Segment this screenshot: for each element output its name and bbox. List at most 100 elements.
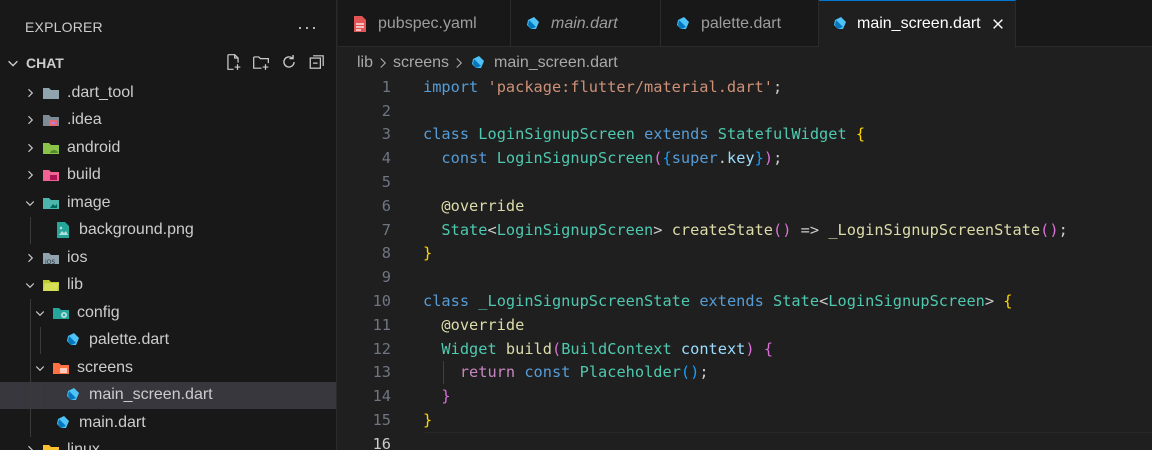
- breadcrumb-screens[interactable]: screens: [393, 54, 449, 72]
- tree-item-background-png[interactable]: background.png: [0, 216, 336, 244]
- code-line: 9: [338, 265, 1152, 289]
- line-number: 9: [381, 268, 391, 287]
- code-line: 7 State<LoginSignupScreen> createState()…: [338, 218, 1152, 242]
- tree-item-label: background.png: [79, 221, 194, 239]
- new-file-icon[interactable]: [222, 51, 244, 73]
- line-number: 8: [381, 244, 391, 263]
- code-text: }: [423, 411, 433, 430]
- code-line: 13 return const Placeholder();: [338, 360, 1152, 385]
- tree-item-main-dart[interactable]: main.dart: [0, 409, 336, 437]
- tab-main-screen-dart[interactable]: main_screen.dart: [819, 0, 1016, 48]
- collapse-all-icon[interactable]: [306, 51, 328, 73]
- line-number: 12: [372, 339, 391, 358]
- chevron-down-icon: [32, 360, 48, 376]
- line-number: 3: [381, 125, 391, 144]
- indent-guide: [30, 299, 31, 327]
- tree-item-image[interactable]: image: [0, 189, 336, 217]
- tree-item-dart-tool[interactable]: .dart_tool: [0, 79, 336, 107]
- folder-idea-icon: [42, 111, 60, 129]
- tree-item-idea[interactable]: .idea: [0, 107, 336, 135]
- code-line: 5: [338, 170, 1152, 194]
- code-text: import 'package:flutter/material.dart';: [423, 77, 783, 96]
- code-line: 11 @override: [338, 313, 1152, 337]
- more-actions-icon[interactable]: ···: [297, 18, 318, 36]
- code-line: 8 }: [338, 242, 1152, 266]
- chevron-down-icon: [22, 277, 38, 293]
- tab-pubspec-yaml[interactable]: pubspec.yaml: [338, 0, 511, 47]
- dart-icon: [524, 15, 542, 33]
- dart-icon: [832, 15, 848, 33]
- breadcrumb-main-screen-dart[interactable]: main_screen.dart: [494, 54, 618, 72]
- tree-item-ios[interactable]: iOS ios: [0, 244, 336, 272]
- code-text: Widget build(BuildContext context) {: [441, 339, 774, 358]
- code-line-current: 16: [338, 431, 1152, 450]
- code-text: class _LoginSignupScreenState extends St…: [423, 292, 1013, 311]
- indent-guide: [30, 326, 31, 354]
- tree-item-label: main.dart: [79, 413, 146, 431]
- code-text: @override: [441, 196, 525, 215]
- line-number: 5: [381, 173, 391, 192]
- folder-build-icon: [42, 166, 60, 184]
- code-line: 12 Widget build(BuildContext context) {: [338, 337, 1152, 361]
- tree-item-label: ios: [67, 248, 88, 266]
- tree-item-label: .dart_tool: [67, 83, 134, 101]
- close-icon[interactable]: [991, 15, 1005, 33]
- line-number: 15: [372, 411, 391, 430]
- line-number: 6: [381, 196, 391, 215]
- tree-item-label: screens: [77, 358, 134, 376]
- tab-palette-dart[interactable]: palette.dart: [661, 0, 819, 47]
- explorer-sidebar: EXPLORER ··· CHAT .dart_tool .idea andro…: [0, 0, 337, 450]
- tree-item-linux[interactable]: linux: [0, 437, 336, 450]
- explorer-actions: [222, 51, 328, 73]
- tree-item-palette-dart[interactable]: palette.dart: [0, 326, 336, 354]
- folder-android-icon: [42, 139, 60, 157]
- tree-item-label: android: [67, 138, 121, 156]
- tab-main-dart[interactable]: main.dart: [511, 0, 661, 47]
- image-file-icon: [54, 221, 72, 239]
- folder-linux-icon: [42, 441, 60, 450]
- breadcrumb: lib screens main_screen.dart: [338, 48, 1152, 78]
- dart-icon: [674, 15, 692, 33]
- dart-icon: [54, 414, 72, 432]
- folder-icon: [42, 84, 60, 102]
- line-number: 16: [372, 434, 391, 450]
- tree-item-lib[interactable]: lib: [0, 272, 336, 300]
- tree-item-config[interactable]: config: [0, 299, 336, 327]
- tree-item-build[interactable]: build: [0, 162, 336, 190]
- chevron-right-icon: [22, 442, 38, 450]
- folder-image-icon: [42, 194, 60, 212]
- tree-item-label: .idea: [67, 111, 102, 129]
- code-line: 6 @override: [338, 194, 1152, 218]
- tree-item-screens[interactable]: screens: [0, 354, 336, 382]
- workspace-section-header[interactable]: CHAT: [0, 53, 336, 73]
- line-number: 1: [381, 77, 391, 96]
- svg-text:iOS: iOS: [45, 259, 55, 266]
- editor-tabs: pubspec.yaml main.dart palette.dart main…: [338, 0, 1152, 48]
- chevron-right-icon: [378, 57, 388, 69]
- tree-item-label: main_screen.dart: [89, 386, 213, 404]
- tree-item-label: palette.dart: [89, 331, 170, 349]
- code-line: 1 import 'package:flutter/material.dart'…: [338, 75, 1152, 99]
- new-folder-icon[interactable]: [250, 51, 272, 73]
- line-number: 13: [372, 363, 391, 382]
- indent-guide: [40, 326, 41, 354]
- folder-config-icon: [52, 304, 70, 322]
- indent-guide: [30, 409, 31, 437]
- code-editor[interactable]: 1 import 'package:flutter/material.dart'…: [338, 75, 1152, 450]
- chevron-down-icon: [22, 195, 38, 211]
- yaml-icon: [351, 15, 369, 33]
- tree-item-android[interactable]: android: [0, 134, 336, 162]
- tree-item-main-screen-dart[interactable]: main_screen.dart: [0, 381, 336, 409]
- indent-guide: [30, 354, 31, 382]
- code-line: 4 const LoginSignupScreen({super.key});: [338, 146, 1152, 170]
- code-line: 10 class _LoginSignupScreenState extends…: [338, 289, 1152, 313]
- code-line: 14 }: [338, 384, 1152, 408]
- refresh-icon[interactable]: [278, 51, 300, 73]
- line-number: 7: [381, 220, 391, 239]
- code-line: 2: [338, 99, 1152, 123]
- breadcrumb-lib[interactable]: lib: [357, 54, 373, 72]
- chevron-right-icon: [454, 57, 464, 69]
- chevron-right-icon: [22, 112, 38, 128]
- dart-icon: [64, 331, 82, 349]
- tree-item-label: image: [67, 193, 111, 211]
